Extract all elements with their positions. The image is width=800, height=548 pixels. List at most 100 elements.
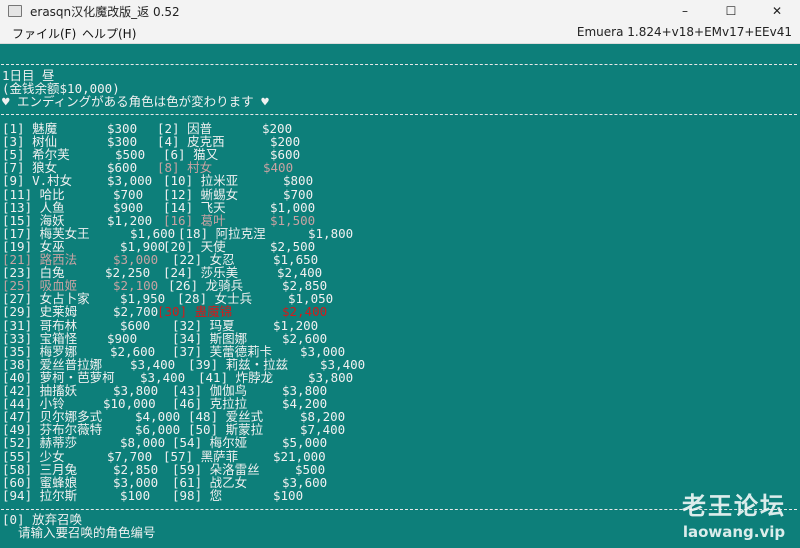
character-price[interactable]: $6,000 [135, 423, 180, 436]
character-entry[interactable]: [21] 路西法 [2, 253, 77, 266]
character-price[interactable]: $2,400 [282, 305, 327, 318]
character-entry[interactable]: [2] 因普 [157, 122, 212, 135]
character-entry[interactable]: [49] 芬布尔薇特 [2, 423, 102, 436]
character-price[interactable]: $3,000 [300, 345, 345, 358]
character-price[interactable]: $2,850 [282, 279, 327, 292]
character-price[interactable]: $1,900 [120, 240, 165, 253]
character-entry[interactable]: [52] 赫蒂莎 [2, 436, 77, 449]
character-price[interactable]: $1,050 [288, 292, 333, 305]
character-entry[interactable]: [18] 阿拉克涅 [178, 227, 266, 240]
character-entry[interactable]: [34] 斯图娜 [172, 332, 247, 345]
character-price[interactable]: $600 [120, 319, 150, 332]
character-entry[interactable]: [41] 炸脖龙 [198, 371, 273, 384]
character-price[interactable]: $2,400 [277, 266, 322, 279]
character-entry[interactable]: [39] 莉兹・拉兹 [188, 358, 288, 371]
character-price[interactable]: $800 [283, 174, 313, 187]
character-entry[interactable]: [98] 您 [172, 489, 222, 502]
character-entry[interactable]: [20] 天使 [163, 240, 226, 253]
character-price[interactable]: $1,000 [270, 201, 315, 214]
character-price[interactable]: $200 [262, 122, 292, 135]
character-price[interactable]: $200 [270, 135, 300, 148]
character-price[interactable]: $1,650 [273, 253, 318, 266]
character-entry[interactable]: [32] 玛夏 [172, 319, 235, 332]
character-entry[interactable]: [19] 女巫 [2, 240, 65, 253]
character-entry[interactable]: [13] 人鱼 [2, 201, 65, 214]
character-entry[interactable]: [47] 贝尔娜多式 [2, 410, 102, 423]
character-entry[interactable]: [23] 白兔 [2, 266, 65, 279]
character-entry[interactable]: [16] 葛叶 [163, 214, 226, 227]
character-price[interactable]: $10,000 [103, 397, 156, 410]
character-entry[interactable]: [58] 三月兔 [2, 463, 77, 476]
character-price[interactable]: $3,000 [113, 476, 158, 489]
character-entry[interactable]: [42] 抽搐妖 [2, 384, 77, 397]
character-entry[interactable]: [15] 海妖 [2, 214, 65, 227]
character-price[interactable]: $1,200 [273, 319, 318, 332]
character-entry[interactable]: [44] 小铃 [2, 397, 65, 410]
character-price[interactable]: $21,000 [273, 450, 326, 463]
character-price[interactable]: $2,700 [113, 305, 158, 318]
character-price[interactable]: $1,200 [107, 214, 152, 227]
minimize-button[interactable]: – [662, 0, 708, 22]
character-price[interactable]: $2,250 [105, 266, 150, 279]
character-entry[interactable]: [35] 梅罗娜 [2, 345, 77, 358]
character-entry[interactable]: [26] 龙骑兵 [168, 279, 243, 292]
character-entry[interactable]: [17] 梅芙女王 [2, 227, 90, 240]
character-price[interactable]: $500 [295, 463, 325, 476]
character-price[interactable]: $2,100 [113, 279, 158, 292]
character-entry[interactable]: [28] 女士兵 [177, 292, 252, 305]
character-price[interactable]: $3,800 [308, 371, 353, 384]
character-price[interactable]: $3,800 [113, 384, 158, 397]
character-entry[interactable]: [11] 哈比 [2, 188, 65, 201]
character-price[interactable]: $8,200 [300, 410, 345, 423]
menu-file[interactable]: ファイル(F) [12, 25, 76, 42]
character-entry[interactable]: [27] 女占卜家 [2, 292, 90, 305]
character-entry[interactable]: [6] 猫又 [163, 148, 218, 161]
character-price[interactable]: $3,000 [107, 174, 152, 187]
character-price[interactable]: $4,000 [135, 410, 180, 423]
character-price[interactable]: $1,950 [120, 292, 165, 305]
character-price[interactable]: $100 [273, 489, 303, 502]
character-entry[interactable]: [48] 爱丝式 [188, 410, 263, 423]
character-entry[interactable]: [1] 魅魔 [2, 122, 57, 135]
character-price[interactable]: $600 [107, 161, 137, 174]
character-price[interactable]: $300 [107, 122, 137, 135]
character-price[interactable]: $5,000 [282, 436, 327, 449]
character-entry[interactable]: [94] 拉尔斯 [2, 489, 77, 502]
character-price[interactable]: $300 [107, 135, 137, 148]
character-price[interactable]: $1,500 [270, 214, 315, 227]
character-entry[interactable]: [3] 树仙 [2, 135, 57, 148]
character-price[interactable]: $400 [263, 161, 293, 174]
character-price[interactable]: $900 [113, 201, 143, 214]
character-price[interactable]: $2,850 [113, 463, 158, 476]
character-price[interactable]: $600 [270, 148, 300, 161]
character-price[interactable]: $3,000 [113, 253, 158, 266]
character-entry[interactable]: [12] 蜥蜴女 [163, 188, 238, 201]
character-entry[interactable]: [8] 村女 [157, 161, 212, 174]
character-price[interactable]: $3,600 [282, 476, 327, 489]
character-entry[interactable]: [61] 战乙女 [172, 476, 247, 489]
character-entry[interactable]: [54] 梅尔娅 [172, 436, 247, 449]
character-price[interactable]: $7,400 [300, 423, 345, 436]
character-price[interactable]: $2,600 [282, 332, 327, 345]
character-entry[interactable]: [46] 克拉拉 [172, 397, 247, 410]
character-entry[interactable]: [10] 拉米亚 [163, 174, 238, 187]
character-entry[interactable]: [55] 少女 [2, 450, 65, 463]
character-entry[interactable]: [43] 伽伽鸟 [172, 384, 247, 397]
character-price[interactable]: $3,400 [130, 358, 175, 371]
character-entry[interactable]: [57] 黑萨菲 [163, 450, 238, 463]
character-entry[interactable]: [30] 蛊魔锦 [157, 305, 232, 318]
character-price[interactable]: $900 [107, 332, 137, 345]
character-entry[interactable]: [5] 希尔芙 [2, 148, 70, 161]
character-entry[interactable]: [7] 狼女 [2, 161, 57, 174]
character-entry[interactable]: [22] 女忍 [172, 253, 235, 266]
character-entry[interactable]: [37] 芙蕾德莉卡 [172, 345, 272, 358]
character-price[interactable]: $2,500 [270, 240, 315, 253]
character-price[interactable]: $3,400 [320, 358, 365, 371]
character-price[interactable]: $100 [120, 489, 150, 502]
character-entry[interactable]: [25] 吸血姬 [2, 279, 77, 292]
character-entry[interactable]: [59] 朵洛雷丝 [172, 463, 260, 476]
character-entry[interactable]: [60] 蜜蜂娘 [2, 476, 77, 489]
character-entry[interactable]: [31] 哥布林 [2, 319, 77, 332]
character-entry[interactable]: [33] 宝箱怪 [2, 332, 77, 345]
character-price[interactable]: $1,800 [308, 227, 353, 240]
